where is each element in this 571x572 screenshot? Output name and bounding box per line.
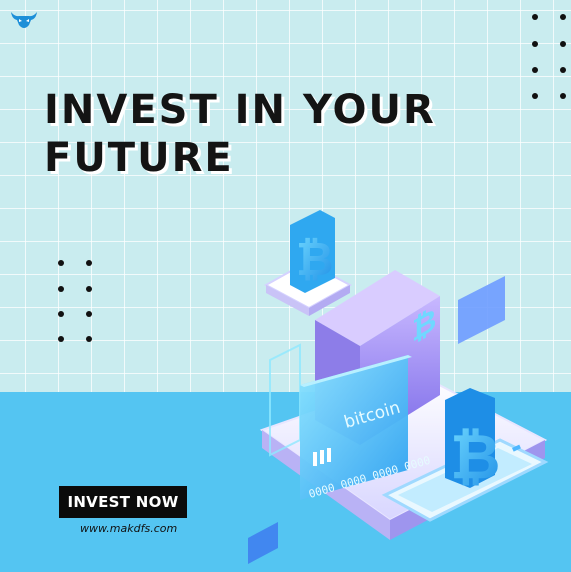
- floating-panel: [458, 276, 505, 344]
- bitcoin-icon: ₿: [290, 210, 335, 293]
- website-url[interactable]: www.makdfs.com: [80, 522, 177, 535]
- floating-panel-small: [248, 522, 278, 564]
- invest-now-button[interactable]: INVEST NOW: [59, 486, 187, 518]
- svg-text:₿: ₿: [296, 232, 334, 286]
- svg-text:₿: ₿: [450, 420, 501, 493]
- bitcoin-icon-large: ₿: [445, 388, 501, 493]
- promo-banner: INVEST IN YOUR FUTURE ₿ ₿ bitcoin 0000 0…: [0, 0, 571, 572]
